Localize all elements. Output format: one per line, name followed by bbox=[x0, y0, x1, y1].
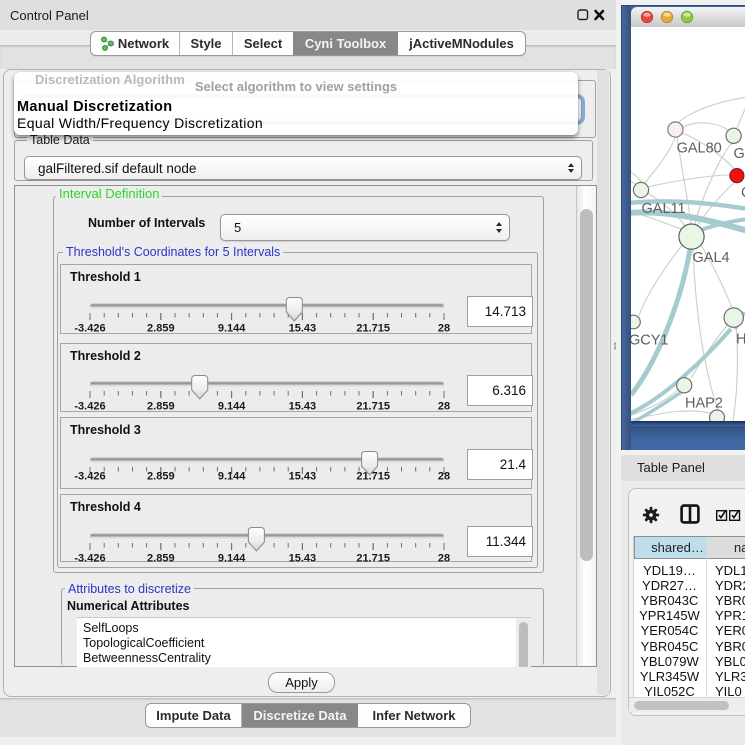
svg-text:HAP2: HAP2 bbox=[685, 396, 723, 412]
svg-text:9.144: 9.144 bbox=[218, 553, 246, 565]
svg-text:9.144: 9.144 bbox=[218, 401, 246, 413]
svg-text:2.859: 2.859 bbox=[147, 471, 175, 483]
svg-text:28: 28 bbox=[438, 471, 450, 483]
svg-text:21.715: 21.715 bbox=[356, 471, 390, 483]
svg-text:-3.426: -3.426 bbox=[74, 401, 105, 413]
svg-text:28: 28 bbox=[438, 323, 450, 335]
svg-text:15.43: 15.43 bbox=[289, 553, 317, 565]
svg-text:9.144: 9.144 bbox=[218, 471, 246, 483]
svg-text:15.43: 15.43 bbox=[289, 471, 317, 483]
svg-text:-3.426: -3.426 bbox=[74, 323, 105, 335]
svg-text:-3.426: -3.426 bbox=[74, 471, 105, 483]
svg-text:GCY1: GCY1 bbox=[631, 333, 669, 349]
svg-text:28: 28 bbox=[438, 553, 450, 565]
svg-text:2.859: 2.859 bbox=[147, 553, 175, 565]
svg-text:28: 28 bbox=[438, 401, 450, 413]
svg-text:21.715: 21.715 bbox=[356, 553, 390, 565]
svg-text:15.43: 15.43 bbox=[289, 323, 317, 335]
svg-text:15.43: 15.43 bbox=[289, 401, 317, 413]
svg-text:C: C bbox=[741, 185, 745, 201]
svg-text:2.859: 2.859 bbox=[147, 323, 175, 335]
svg-text:-3.426: -3.426 bbox=[74, 553, 105, 565]
svg-text:21.715: 21.715 bbox=[356, 401, 390, 413]
svg-text:GA: GA bbox=[734, 146, 745, 162]
svg-text:2.859: 2.859 bbox=[147, 401, 175, 413]
svg-text:GAL80: GAL80 bbox=[677, 141, 722, 157]
svg-text:GAL11: GAL11 bbox=[642, 201, 686, 217]
svg-text:9.144: 9.144 bbox=[218, 323, 246, 335]
svg-text:21.715: 21.715 bbox=[356, 323, 390, 335]
svg-text:GAL4: GAL4 bbox=[693, 250, 730, 266]
svg-text:H: H bbox=[736, 332, 745, 348]
